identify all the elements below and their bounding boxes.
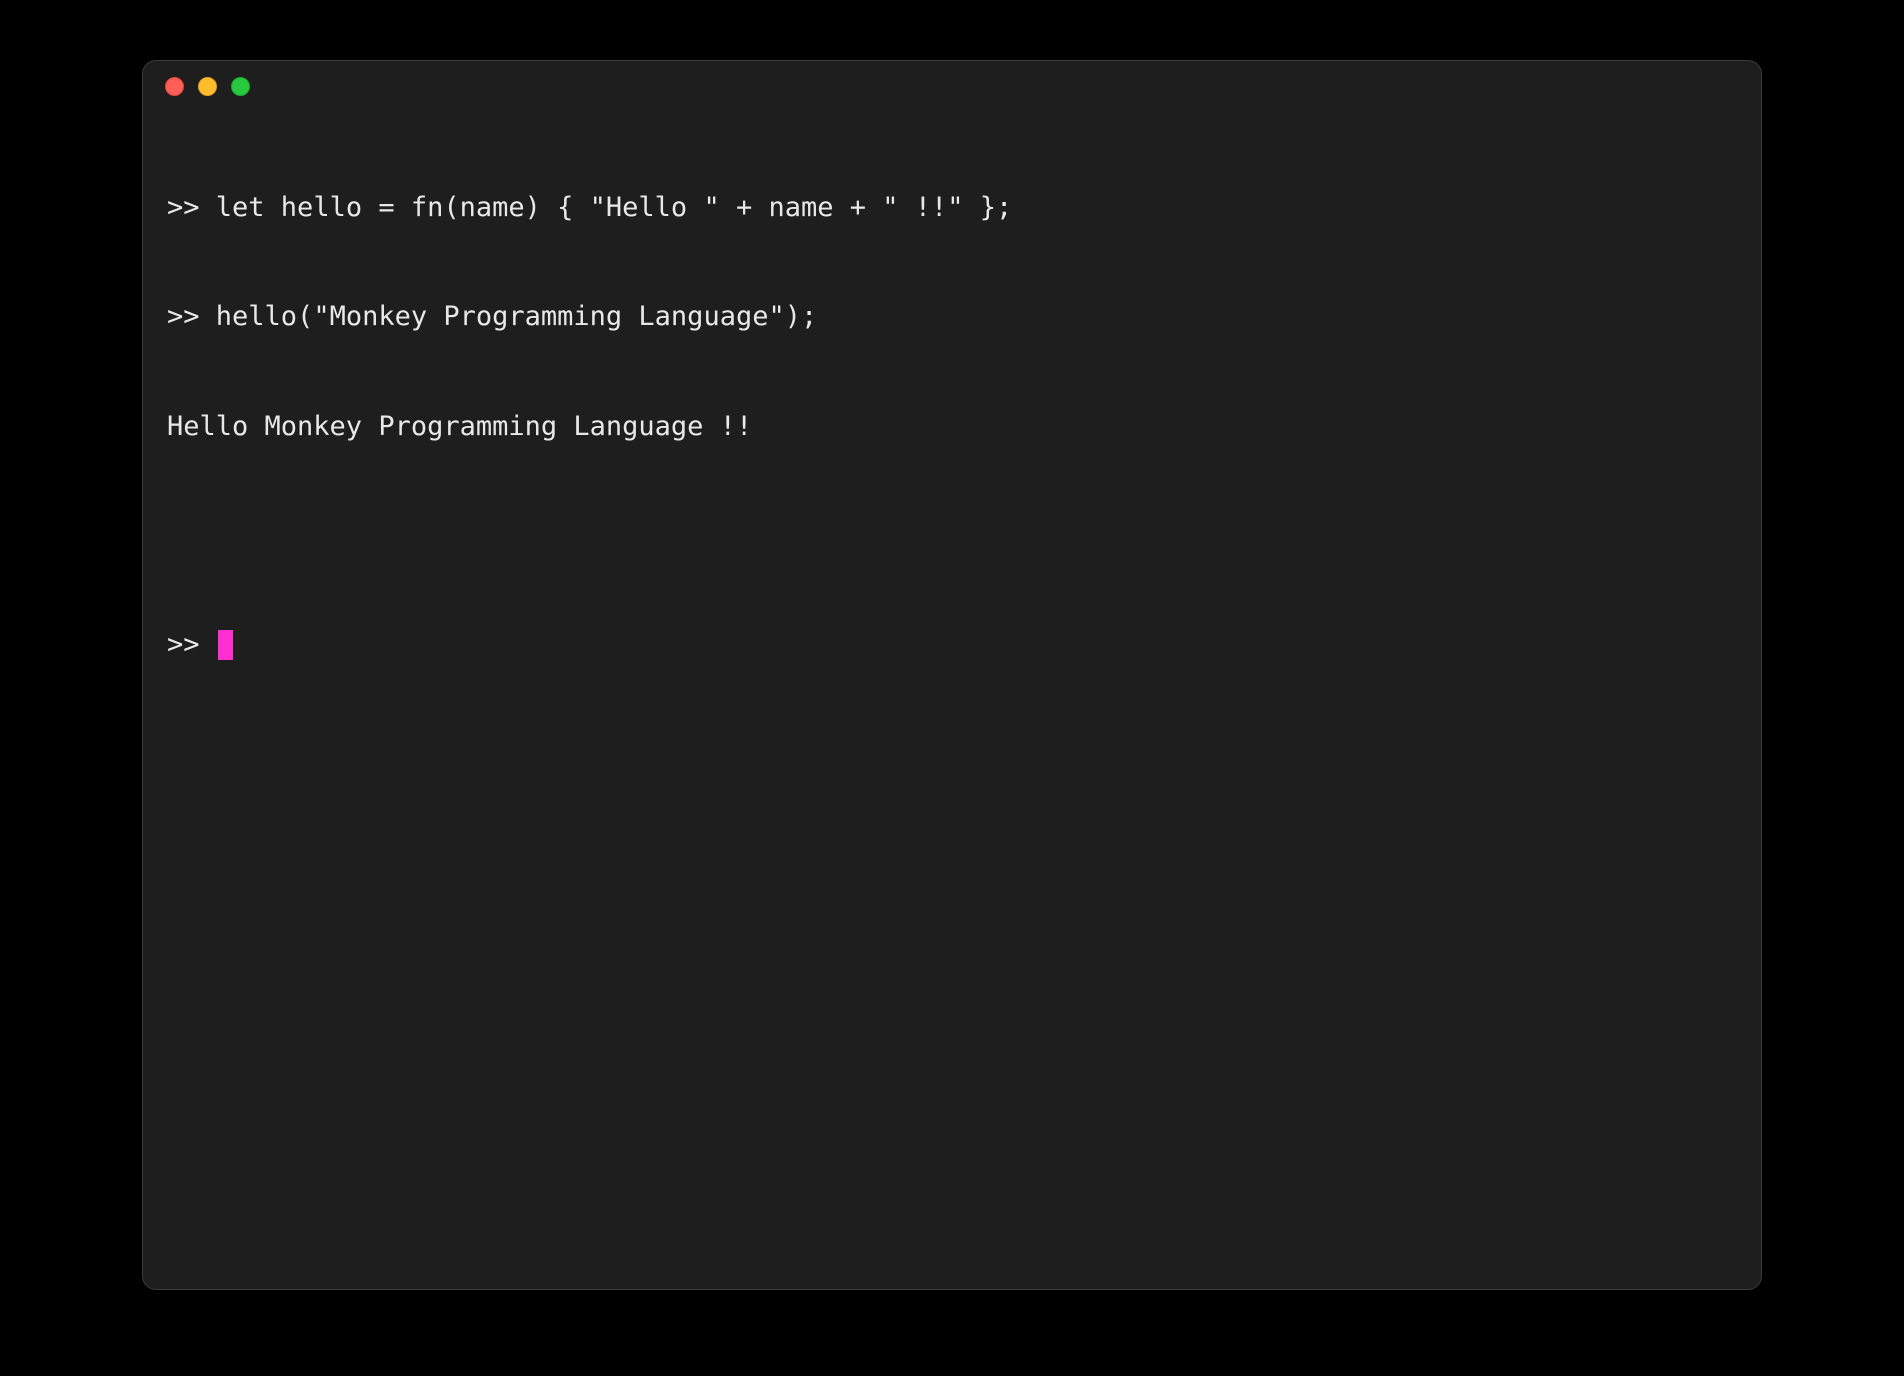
prompt: >>	[167, 301, 216, 332]
terminal-line: Hello Monkey Programming Language !!	[167, 409, 1737, 445]
terminal-output-text: Hello Monkey Programming Language !!	[167, 411, 752, 442]
terminal-input-text: hello("Monkey Programming Language");	[216, 301, 817, 332]
terminal-line: >> let hello = fn(name) { "Hello " + nam…	[167, 190, 1737, 226]
terminal-input-text: let hello = fn(name) { "Hello " + name +…	[216, 192, 1013, 223]
terminal-line: >> hello("Monkey Programming Language");	[167, 299, 1737, 335]
terminal-body[interactable]: >> let hello = fn(name) { "Hello " + nam…	[143, 111, 1761, 1289]
prompt: >>	[167, 627, 216, 663]
active-prompt-line[interactable]: >>	[167, 627, 1737, 663]
window-titlebar	[143, 61, 1761, 111]
close-icon[interactable]	[165, 77, 184, 96]
blank-line	[167, 518, 1737, 554]
cursor-icon	[218, 630, 233, 660]
minimize-icon[interactable]	[198, 77, 217, 96]
terminal-window: >> let hello = fn(name) { "Hello " + nam…	[142, 60, 1762, 1290]
prompt: >>	[167, 192, 216, 223]
maximize-icon[interactable]	[231, 77, 250, 96]
